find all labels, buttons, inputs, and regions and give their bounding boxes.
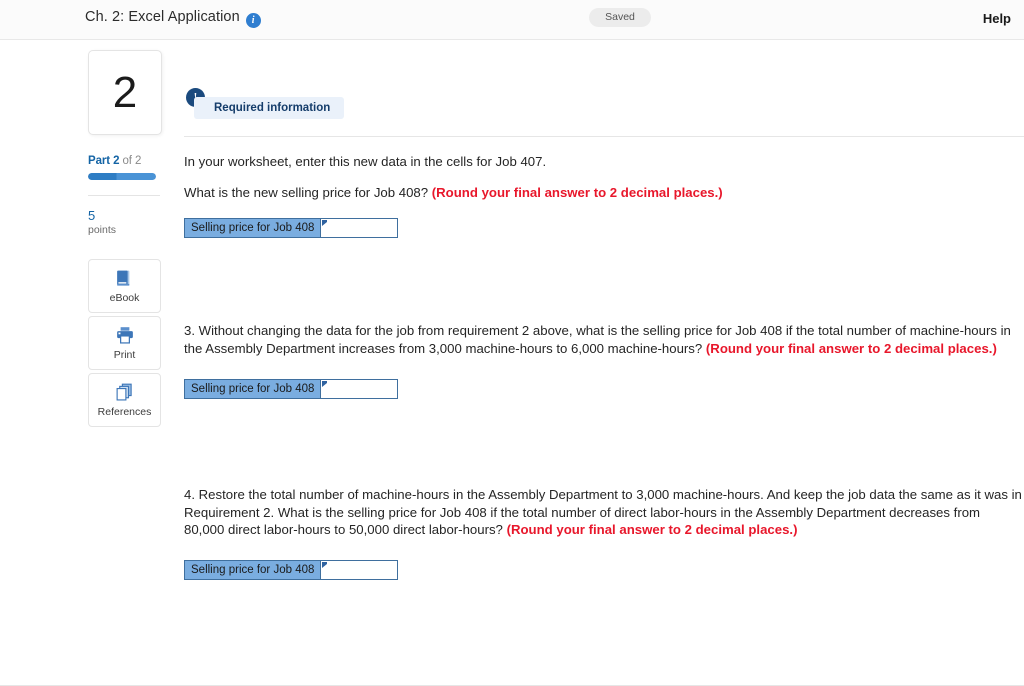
points-value: 5 [88,208,96,223]
content-divider [184,136,1024,137]
requirement-2-rounding-note: (Round your final answer to 2 decimal pl… [431,184,723,200]
requirement-2-block: In your worksheet, enter this new data i… [184,153,1024,238]
tool-stack: eBook Print References [88,259,161,427]
info-icon[interactable]: i [245,13,261,28]
answer-input-2[interactable] [321,218,399,238]
requirement-2-text-2: What is the new selling price for Job 40… [184,184,432,200]
requirement-2-paragraph-2: What is the new selling price for Job 40… [184,184,1024,202]
requirement-3-block: 3. Without changing the data for the job… [184,322,1024,399]
sidebar: 2 Part 2 of 2 5 points eBook Print Refer… [88,50,164,427]
copy-pages-icon [116,383,132,401]
help-link[interactable]: Help [983,11,1011,26]
print-button[interactable]: Print [88,316,161,370]
page-title: Ch. 2: Excel Application i [85,9,261,28]
question-number: 2 [112,67,138,117]
part-label: Part 2 of 2 [88,155,160,167]
print-label: Print [113,349,136,361]
progress-bar-fill [88,173,156,180]
sidebar-divider [88,195,160,196]
answer-label-2: Selling price for Job 408 [184,218,322,238]
answer-input-4[interactable] [321,559,399,580]
requirement-2-paragraph-1: In your worksheet, enter this new data i… [184,153,1024,171]
points-block: 5 points [88,208,164,237]
part-of: of 2 [122,155,142,167]
answer-input-3[interactable] [321,379,399,399]
requirement-4-paragraph: 4. Restore the total number of machine-h… [184,486,1024,539]
requirement-4-rounding-note: (Round your final answer to 2 decimal pl… [506,522,798,537]
progress-bar [88,173,156,180]
part-prefix: Part [88,155,110,167]
question-content: ! Required information In your worksheet… [184,50,1024,580]
ebook-button[interactable]: eBook [88,259,161,313]
references-label: References [97,406,152,418]
question-number-card: 2 [88,50,162,135]
assignment-page: Ch. 2: Excel Application i Saved Help 2 P… [0,0,1024,686]
requirement-3-rounding-note: (Round your final answer to 2 decimal pl… [705,340,997,356]
answer-row-2: Selling price for Job 408 [184,218,399,238]
ebook-label: eBook [109,292,140,304]
part-current: 2 [113,155,120,167]
requirement-4-block: 4. Restore the total number of machine-h… [184,486,1024,580]
required-information-row: ! Required information [184,50,1024,137]
answer-row-3: Selling price for Job 408 [184,379,399,399]
requirement-2-text-1: In your worksheet, enter this new data i… [184,154,547,169]
references-button[interactable]: References [88,373,161,427]
part-progress: Part 2 of 2 [88,155,160,180]
top-bar: Ch. 2: Excel Application i Saved Help [0,0,1024,40]
answer-row-4: Selling price for Job 408 [184,559,399,580]
status-badge-saved: Saved [589,8,651,27]
requirement-3-paragraph: 3. Without changing the data for the job… [184,322,1024,357]
answer-label-3: Selling price for Job 408 [184,379,322,399]
page-title-text: Ch. 2: Excel Application [85,9,240,25]
answer-label-4: Selling price for Job 408 [184,559,322,580]
points-label: points [88,224,117,236]
printer-icon [116,327,133,344]
required-information-badge: Required information [194,97,345,119]
book-icon [116,270,129,286]
